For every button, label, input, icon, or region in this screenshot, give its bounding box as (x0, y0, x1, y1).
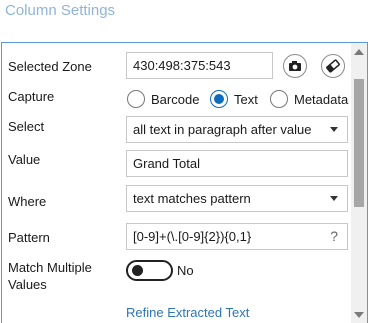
value-input[interactable]: Grand Total (126, 150, 348, 177)
clear-zone-button[interactable] (321, 54, 345, 78)
toggle-knob (132, 265, 143, 276)
match-multiple-label-line1: Match Multiple (8, 260, 92, 275)
settings-panel: Selected Zone 430:498:375:543 Capture Ba… (1, 42, 368, 323)
refine-extracted-text-link[interactable]: Refine Extracted Text (126, 305, 249, 320)
select-label: Select (8, 119, 45, 134)
value-label: Value (8, 152, 41, 167)
capture-label: Capture (8, 89, 55, 104)
where-label: Where (8, 194, 47, 209)
capture-barcode-radio[interactable] (127, 90, 145, 108)
select-value: all text in paragraph after value (133, 122, 312, 137)
column-settings-window: Column Settings Selected Zone 430:498:37… (0, 0, 372, 323)
eraser-icon (326, 59, 340, 73)
selected-zone-label: Selected Zone (8, 59, 92, 74)
capture-zone-button[interactable] (283, 54, 307, 78)
capture-metadata-label: Metadata (294, 92, 349, 107)
capture-text-label: Text (234, 92, 258, 107)
scrollbar-thumb[interactable] (354, 79, 364, 207)
help-icon[interactable]: ? (330, 224, 338, 249)
panel-title: Column Settings (5, 2, 116, 19)
capture-text-radio[interactable] (210, 90, 228, 108)
chevron-down-icon (330, 127, 338, 132)
capture-barcode-label: Barcode (151, 92, 200, 107)
match-multiple-label: Match Multiple Values (8, 259, 92, 293)
pattern-input[interactable]: [0-9]+(\.[0-9]{2}){0,1} ? (126, 223, 348, 250)
pattern-value: [0-9]+(\.[0-9]{2}){0,1} (133, 229, 252, 244)
where-dropdown[interactable]: text matches pattern (126, 185, 348, 212)
where-value: text matches pattern (133, 191, 251, 206)
match-multiple-state: No (177, 263, 194, 278)
vertical-scrollbar[interactable] (351, 43, 367, 323)
match-multiple-label-line2: Values (8, 277, 47, 292)
select-dropdown[interactable]: all text in paragraph after value (126, 116, 348, 143)
scroll-up-arrow-icon[interactable] (354, 49, 364, 55)
match-multiple-toggle[interactable] (126, 260, 173, 281)
chevron-down-icon (330, 196, 338, 201)
capture-metadata-radio[interactable] (270, 90, 288, 108)
pattern-label: Pattern (8, 230, 50, 245)
camera-icon (289, 61, 301, 71)
scroll-down-arrow-icon[interactable] (354, 312, 364, 318)
selected-zone-field[interactable]: 430:498:375:543 (126, 52, 273, 79)
